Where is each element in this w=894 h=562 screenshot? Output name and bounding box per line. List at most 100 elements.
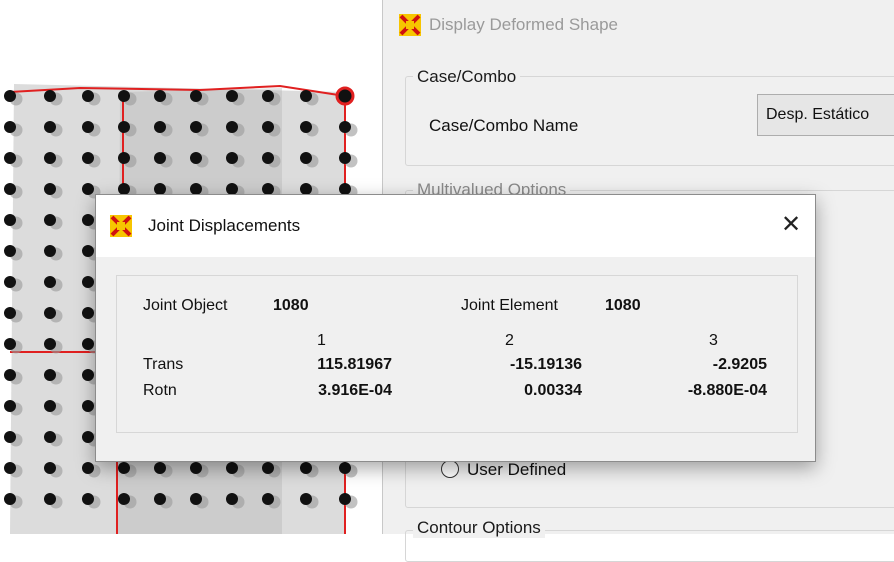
deform-title-bar[interactable]: Display Deformed Shape	[399, 10, 618, 40]
joint-node	[262, 121, 274, 133]
joint-node	[82, 90, 94, 102]
joint-node	[82, 121, 94, 133]
joint-node	[154, 152, 166, 164]
joint-displacements-dialog: Joint Displacements ✕ Joint Object 1080 …	[95, 194, 816, 462]
joint-node	[82, 462, 94, 474]
joint-node	[4, 245, 16, 257]
joint-node	[262, 90, 274, 102]
joint-node	[82, 400, 94, 412]
joint-node	[262, 152, 274, 164]
joint-node	[4, 183, 16, 195]
displacements-panel: Joint Object 1080 Joint Element 1080 1 2…	[116, 275, 798, 433]
joint-node	[82, 276, 94, 288]
user-defined-label: User Defined	[467, 460, 567, 479]
joint-node	[44, 90, 56, 102]
joint-node	[44, 307, 56, 319]
joint-node	[154, 121, 166, 133]
joint-node	[44, 245, 56, 257]
joint-node	[4, 152, 16, 164]
row-label-trans: Trans	[143, 356, 184, 373]
joint-node	[300, 152, 312, 164]
joint-node	[44, 400, 56, 412]
joint-node	[339, 462, 351, 474]
sap-logo-icon	[110, 215, 132, 237]
joint-node	[4, 431, 16, 443]
joint-node	[118, 462, 130, 474]
joint-node	[4, 462, 16, 474]
joint-node	[82, 183, 94, 195]
rotn-value-1: 3.916E-04	[318, 382, 392, 399]
trans-value-1: 115.81967	[317, 356, 392, 373]
joint-node	[4, 338, 16, 350]
case-combo-group-label: Case/Combo	[413, 67, 521, 87]
joint-node	[82, 431, 94, 443]
joint-node	[44, 121, 56, 133]
joint-node	[82, 152, 94, 164]
close-icon: ✕	[780, 211, 802, 238]
close-button[interactable]: ✕	[773, 208, 809, 242]
column-header-2: 2	[505, 332, 514, 349]
joint-node	[82, 338, 94, 350]
joint-node	[300, 90, 312, 102]
joint-node	[4, 400, 16, 412]
row-label-rotn: Rotn	[143, 382, 177, 399]
joint-node	[118, 121, 130, 133]
joint-node	[4, 90, 16, 102]
joint-node	[82, 369, 94, 381]
joint-object-label: Joint Object	[143, 297, 228, 314]
joint-node	[190, 90, 202, 102]
joint-node	[44, 369, 56, 381]
case-combo-name-label: Case/Combo Name	[429, 116, 579, 135]
joint-title-bar[interactable]: Joint Displacements ✕	[96, 195, 815, 257]
joint-node	[44, 431, 56, 443]
joint-object-value: 1080	[273, 297, 309, 314]
contour-options-label: Contour Options	[413, 518, 545, 538]
user-defined-radio[interactable]	[441, 460, 459, 478]
joint-node	[82, 214, 94, 226]
joint-node	[4, 214, 16, 226]
joint-node	[4, 369, 16, 381]
joint-node	[262, 493, 274, 505]
trans-value-2: -15.19136	[509, 356, 582, 373]
joint-title: Joint Displacements	[148, 216, 301, 235]
rotn-value-3: -8.880E-04	[687, 382, 767, 399]
sap-logo-icon	[399, 14, 421, 36]
joint-node	[190, 493, 202, 505]
joint-node	[154, 90, 166, 102]
selected-joint	[335, 86, 355, 106]
joint-node	[300, 493, 312, 505]
joint-element-value: 1080	[605, 297, 641, 314]
joint-node	[118, 152, 130, 164]
joint-node	[44, 214, 56, 226]
trans-value-3: -2.9205	[712, 356, 767, 373]
column-header-1: 1	[317, 332, 326, 349]
joint-node	[118, 493, 130, 505]
joint-node	[190, 121, 202, 133]
joint-node	[44, 493, 56, 505]
joint-node	[226, 152, 238, 164]
joint-node	[44, 276, 56, 288]
joint-node	[226, 90, 238, 102]
joint-node	[339, 493, 351, 505]
case-combo-name-select[interactable]: Desp. Estático	[757, 94, 894, 136]
deform-title: Display Deformed Shape	[429, 15, 618, 34]
joint-node	[82, 245, 94, 257]
joint-node	[44, 183, 56, 195]
joint-node	[339, 121, 351, 133]
joint-node	[4, 307, 16, 319]
column-header-3: 3	[709, 332, 718, 349]
joint-node	[4, 276, 16, 288]
joint-node	[82, 493, 94, 505]
joint-node	[226, 121, 238, 133]
joint-node	[262, 462, 274, 474]
joint-node	[300, 462, 312, 474]
joint-node	[4, 493, 16, 505]
joint-node	[300, 121, 312, 133]
joint-node	[82, 307, 94, 319]
joint-element-label: Joint Element	[461, 297, 558, 314]
joint-node	[226, 462, 238, 474]
joint-node	[190, 462, 202, 474]
joint-node	[44, 462, 56, 474]
rotn-value-2: 0.00334	[524, 382, 582, 399]
joint-node	[44, 338, 56, 350]
